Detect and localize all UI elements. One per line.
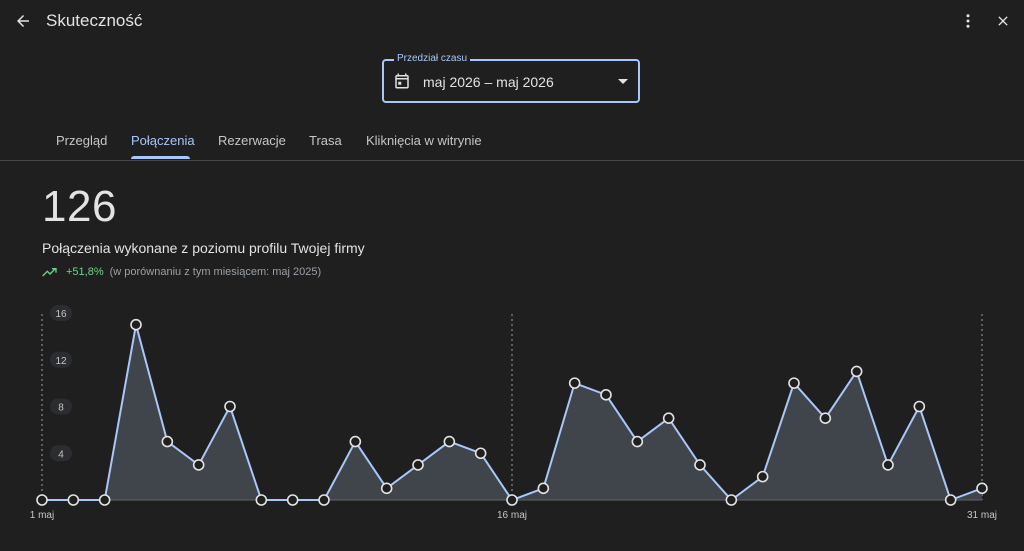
data-point (161, 435, 174, 448)
date-range-label: Przedział czasu (394, 53, 471, 64)
data-point (98, 494, 111, 506)
close-icon (998, 16, 1008, 26)
data-point (819, 412, 832, 424)
calendar-icon (395, 73, 409, 89)
data-point (944, 494, 957, 506)
tab-bookings[interactable]: Rezerwacje (218, 133, 286, 148)
x-tick-label: 31 maj (967, 510, 997, 521)
data-point (380, 482, 393, 495)
tab-overview[interactable]: Przegląd (56, 133, 107, 148)
y-tick-label: 12 (55, 356, 67, 367)
data-point (474, 447, 487, 460)
trend-comparison: (w porównaniu z tym miesiącem: maj 2025) (109, 266, 322, 278)
data-point (286, 494, 299, 506)
data-point (36, 494, 48, 506)
performance-dialog: Skuteczność Przedział czasu maj 2026 – m… (0, 0, 1024, 551)
date-range-select[interactable]: Przedział czasu maj 2026 – maj 2026 (382, 53, 640, 103)
data-point (224, 400, 236, 413)
x-tick-label: 1 maj (30, 510, 54, 521)
y-tick-label: 16 (55, 309, 67, 320)
data-point (694, 459, 706, 471)
data-point (443, 435, 456, 448)
data-point (850, 365, 863, 378)
data-point (412, 459, 424, 471)
more-options-button[interactable] (956, 8, 980, 34)
data-point (631, 435, 644, 448)
metric-description: Połączenia wykonane z poziomu profilu Tw… (42, 240, 365, 256)
data-point (756, 470, 769, 483)
data-point (788, 377, 800, 389)
data-point (130, 318, 142, 331)
trending-up-icon (42, 268, 57, 277)
y-tick-label: 4 (58, 449, 64, 460)
trend-percent: +51,8% (66, 266, 104, 278)
x-tick-label: 16 maj (497, 510, 527, 521)
date-range-value: maj 2026 – maj 2026 (423, 74, 554, 90)
data-point (976, 482, 988, 495)
data-point (318, 494, 330, 506)
tab-bar: Przegląd Połączenia Rezerwacje Trasa Kli… (0, 118, 1024, 161)
data-point (349, 435, 362, 448)
data-point (537, 482, 550, 495)
back-button[interactable] (10, 8, 36, 34)
data-point (913, 400, 926, 413)
tab-directions[interactable]: Trasa (309, 133, 342, 148)
arrow-left-icon (17, 15, 29, 27)
data-point (255, 494, 268, 506)
data-point (725, 494, 738, 506)
active-tab-indicator (131, 156, 190, 159)
tab-calls[interactable]: Połączenia (131, 133, 195, 148)
page-title: Skuteczność (46, 11, 143, 30)
tab-website-clicks[interactable]: Kliknięcia w witrynie (366, 133, 482, 148)
data-point (600, 389, 612, 401)
trend-row: +51,8% (w porównaniu z tym miesiącem: ma… (42, 264, 321, 280)
data-point (67, 494, 80, 506)
dropdown-arrow-icon (618, 79, 628, 84)
more-vert-icon (966, 14, 970, 28)
data-point (568, 377, 581, 389)
data-point (662, 412, 675, 424)
metric-value: 126 (42, 182, 117, 231)
calls-area-chart: 16 12 8 4 1 maj 16 maj 31 maj (30, 305, 997, 521)
top-bar: Skuteczność (0, 0, 1024, 42)
data-point (882, 459, 894, 471)
y-tick-label: 8 (58, 403, 64, 414)
close-button[interactable] (990, 8, 1016, 34)
data-point (506, 494, 518, 506)
data-point (192, 459, 205, 471)
